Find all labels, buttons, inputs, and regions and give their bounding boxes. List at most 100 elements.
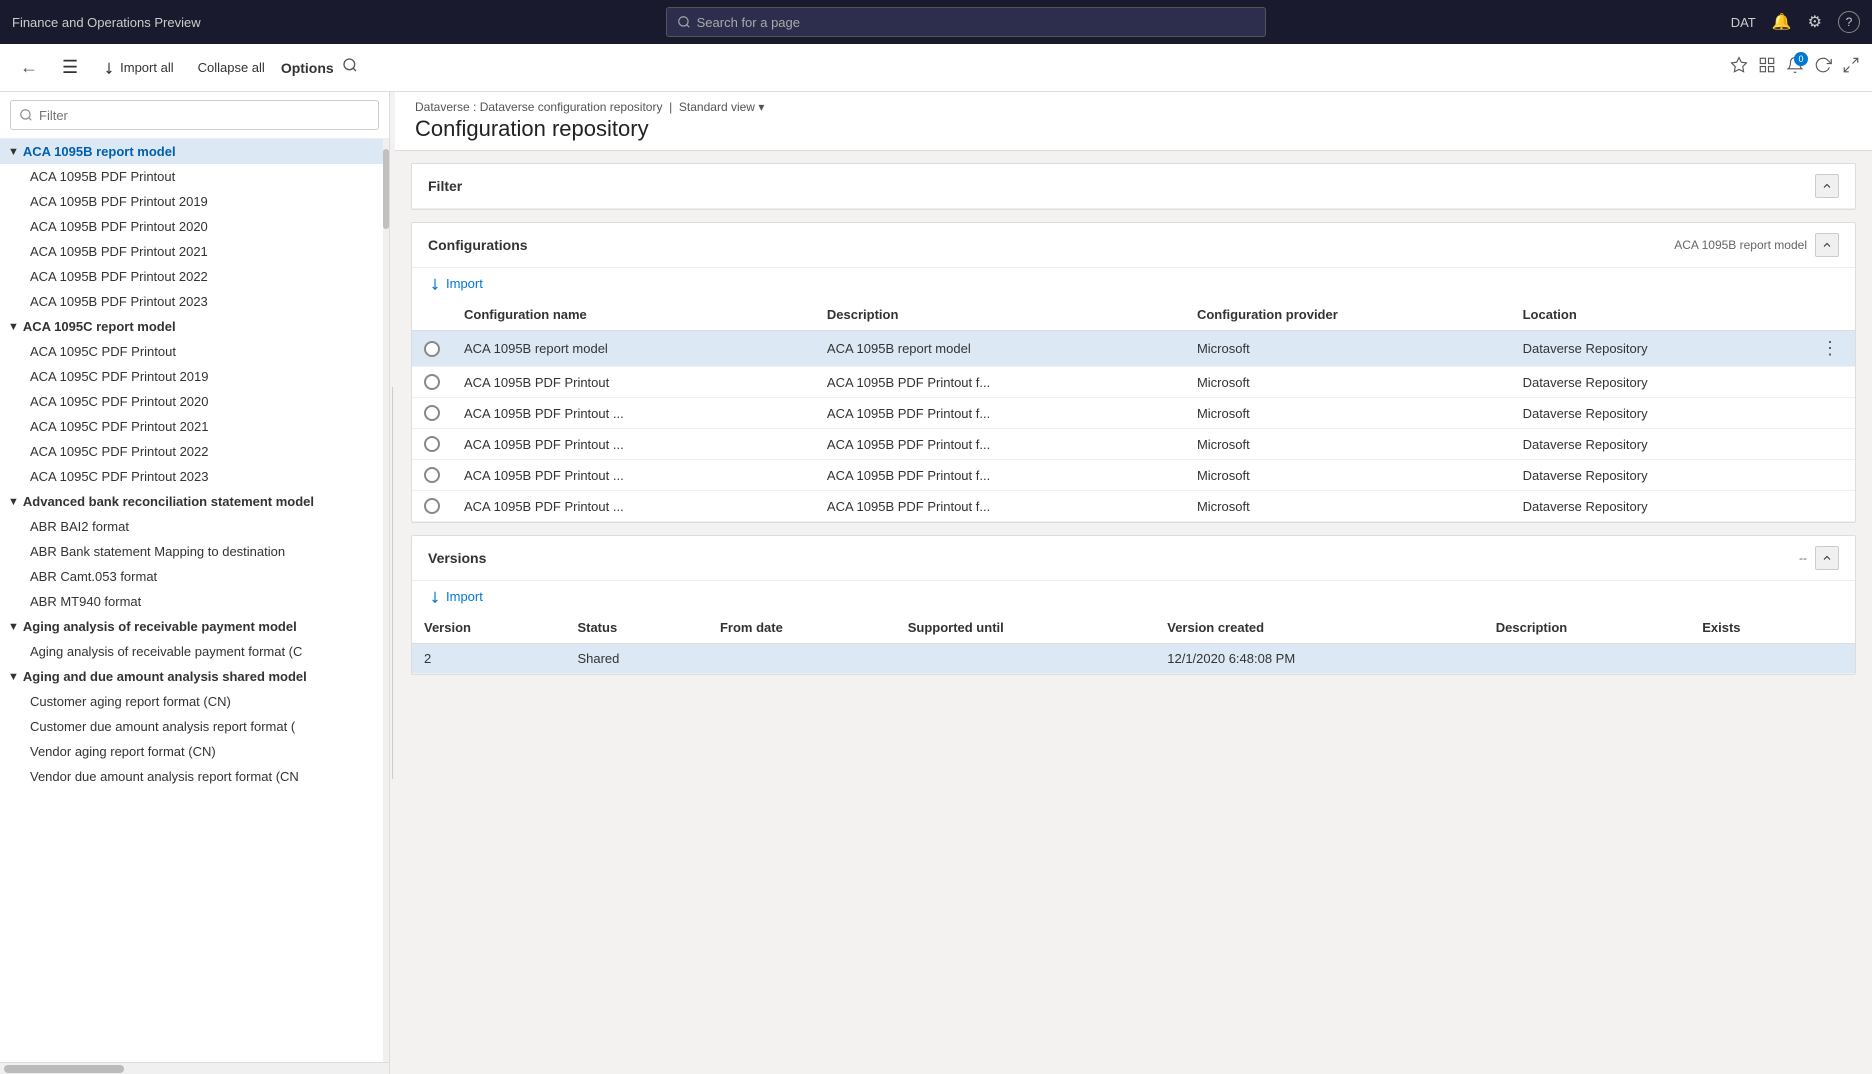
breadcrumb-dropdown-icon[interactable]: ▾	[758, 100, 764, 114]
favorites-icon[interactable]	[1730, 56, 1748, 79]
cell-location: Dataverse Repository	[1511, 331, 1805, 367]
filter-panel-header[interactable]: Filter	[412, 164, 1855, 209]
chevron-down-icon: ▼	[8, 146, 19, 158]
vcol-exists: Exists	[1690, 612, 1825, 644]
sidebar-item-aca1095b-pdf[interactable]: ACA 1095B PDF Printout	[0, 164, 389, 189]
row-radio[interactable]	[424, 341, 440, 357]
sidebar-item-abr[interactable]: ▼ Advanced bank reconciliation statement…	[0, 489, 389, 514]
col-config-name: Configuration name	[452, 299, 815, 331]
settings-icon[interactable]: ⚙	[1808, 12, 1822, 32]
sidebar-item-label: ACA 1095B PDF Printout 2023	[30, 294, 208, 309]
cell-description: ACA 1095B PDF Printout f...	[815, 491, 1185, 522]
sidebar-filter-input[interactable]	[10, 100, 379, 130]
sidebar-item-abr-camt[interactable]: ABR Camt.053 format	[0, 564, 389, 589]
table-row[interactable]: ACA 1095B PDF Printout ... ACA 1095B PDF…	[412, 491, 1855, 522]
help-icon[interactable]: ?	[1838, 11, 1860, 33]
cell-description: ACA 1095B PDF Printout f...	[815, 398, 1185, 429]
row-radio[interactable]	[424, 405, 440, 421]
sidebar-item-label: ACA 1095B PDF Printout 2022	[30, 269, 208, 284]
bell-icon[interactable]: 🔔	[1772, 12, 1792, 32]
sidebar-item-aca1095b-pdf-2022[interactable]: ACA 1095B PDF Printout 2022	[0, 264, 389, 289]
sidebar-item-aca1095b-pdf-2020[interactable]: ACA 1095B PDF Printout 2020	[0, 214, 389, 239]
sidebar-item-abr-mt940[interactable]: ABR MT940 format	[0, 589, 389, 614]
row-radio[interactable]	[424, 467, 440, 483]
sidebar-item-aca1095c[interactable]: ▼ ACA 1095C report model	[0, 314, 389, 339]
sidebar-item-label: ABR MT940 format	[30, 594, 141, 609]
sidebar-item-aca1095b-pdf-2019[interactable]: ACA 1095B PDF Printout 2019	[0, 189, 389, 214]
menu-button[interactable]: ☰	[54, 53, 86, 82]
sidebar-item-customer-due[interactable]: Customer due amount analysis report form…	[0, 714, 389, 739]
versions-import-link[interactable]: Import	[412, 581, 1855, 612]
configurations-panel-header[interactable]: Configurations ACA 1095B report model	[412, 223, 1855, 268]
notification-icon[interactable]: 0	[1786, 56, 1804, 79]
collapse-all-button[interactable]: Collapse all	[190, 56, 273, 79]
sidebar-item-aca1095b-pdf-2021[interactable]: ACA 1095B PDF Printout 2021	[0, 239, 389, 264]
scrollbar-thumb[interactable]	[4, 1065, 124, 1073]
sidebar-item-customer-aging[interactable]: Customer aging report format (CN)	[0, 689, 389, 714]
table-row[interactable]: ACA 1095B PDF Printout ACA 1095B PDF Pri…	[412, 367, 1855, 398]
table-row[interactable]: ACA 1095B PDF Printout ... ACA 1095B PDF…	[412, 460, 1855, 491]
sidebar-scrollbar[interactable]	[0, 1062, 389, 1074]
sidebar-item-aca1095c-pdf-2020[interactable]: ACA 1095C PDF Printout 2020	[0, 389, 389, 414]
search-placeholder: Search for a page	[697, 15, 800, 30]
versions-panel-title: Versions	[428, 550, 486, 566]
search-icon	[677, 15, 691, 29]
table-row[interactable]: 2 Shared 12/1/2020 6:48:08 PM	[412, 644, 1855, 674]
row-more-button[interactable]: ⋮	[1817, 338, 1843, 359]
sidebar-item-aging-recv[interactable]: ▼ Aging analysis of receivable payment m…	[0, 614, 389, 639]
import-all-icon	[102, 61, 116, 75]
chevron-up-icon	[1821, 180, 1833, 192]
sidebar-item-abr-bai2[interactable]: ABR BAI2 format	[0, 514, 389, 539]
row-radio[interactable]	[424, 436, 440, 452]
chevron-up-icon2	[1821, 239, 1833, 251]
breadcrumb-part2[interactable]: Standard view	[679, 100, 755, 114]
sidebar-item-vendor-aging[interactable]: Vendor aging report format (CN)	[0, 739, 389, 764]
cell-config-name: ACA 1095B PDF Printout	[452, 367, 815, 398]
content-header: Dataverse : Dataverse configuration repo…	[395, 92, 1872, 151]
chevron-up-icon3	[1821, 552, 1833, 564]
vcell-version-created: 12/1/2020 6:48:08 PM	[1155, 644, 1483, 674]
vcell-description	[1484, 644, 1691, 674]
sidebar-item-aging-recv-fmt[interactable]: Aging analysis of receivable payment for…	[0, 639, 389, 664]
cell-location: Dataverse Repository	[1511, 460, 1805, 491]
back-button[interactable]: ←	[12, 53, 46, 82]
view-icon[interactable]	[1758, 56, 1776, 79]
col-provider: Configuration provider	[1185, 299, 1511, 331]
vcol-version: Version	[412, 612, 565, 644]
filter-collapse-button[interactable]	[1815, 174, 1839, 198]
sidebar-item-aca1095c-pdf-2019[interactable]: ACA 1095C PDF Printout 2019	[0, 364, 389, 389]
sidebar-item-aca1095c-pdf-2023[interactable]: ACA 1095C PDF Printout 2023	[0, 464, 389, 489]
toolbar-search-icon[interactable]	[342, 57, 358, 78]
configurations-import-link[interactable]: Import	[412, 268, 1855, 299]
sidebar-item-aca1095b-pdf-2023[interactable]: ACA 1095B PDF Printout 2023	[0, 289, 389, 314]
table-row[interactable]: ACA 1095B report model ACA 1095B report …	[412, 331, 1855, 367]
breadcrumb-separator: |	[669, 100, 672, 114]
sidebar-item-aca1095b[interactable]: ▼ ACA 1095B report model	[0, 139, 389, 164]
sidebar-item-aca1095c-pdf-2022[interactable]: ACA 1095C PDF Printout 2022	[0, 439, 389, 464]
refresh-icon[interactable]	[1814, 56, 1832, 79]
breadcrumb-part1[interactable]: Dataverse : Dataverse configuration repo…	[415, 100, 662, 114]
vcell-exists	[1690, 644, 1825, 674]
table-row[interactable]: ACA 1095B PDF Printout ... ACA 1095B PDF…	[412, 429, 1855, 460]
col-more	[1805, 299, 1855, 331]
sidebar-item-abr-bank[interactable]: ABR Bank statement Mapping to destinatio…	[0, 539, 389, 564]
sidebar-item-vendor-due[interactable]: Vendor due amount analysis report format…	[0, 764, 389, 789]
cell-config-name: ACA 1095B PDF Printout ...	[452, 398, 815, 429]
row-radio[interactable]	[424, 498, 440, 514]
page-title: Configuration repository	[415, 116, 1852, 142]
sidebar-item-label: ABR BAI2 format	[30, 519, 129, 534]
sidebar-item-aca1095c-pdf-2021[interactable]: ACA 1095C PDF Printout 2021	[0, 414, 389, 439]
resize-handle[interactable]	[390, 92, 395, 1074]
versions-panel-header[interactable]: Versions --	[412, 536, 1855, 581]
versions-collapse-button[interactable]	[1815, 546, 1839, 570]
table-row[interactable]: ACA 1095B PDF Printout ... ACA 1095B PDF…	[412, 398, 1855, 429]
configurations-collapse-button[interactable]	[1815, 233, 1839, 257]
cell-provider: Microsoft	[1185, 429, 1511, 460]
import-all-button[interactable]: Import all	[94, 56, 181, 79]
row-radio[interactable]	[424, 374, 440, 390]
sidebar-item-aca1095c-pdf[interactable]: ACA 1095C PDF Printout	[0, 339, 389, 364]
options-label: Options	[281, 60, 334, 76]
expand-icon[interactable]	[1842, 56, 1860, 79]
global-search-box[interactable]: Search for a page	[666, 7, 1266, 37]
sidebar-item-aging-due[interactable]: ▼ Aging and due amount analysis shared m…	[0, 664, 389, 689]
